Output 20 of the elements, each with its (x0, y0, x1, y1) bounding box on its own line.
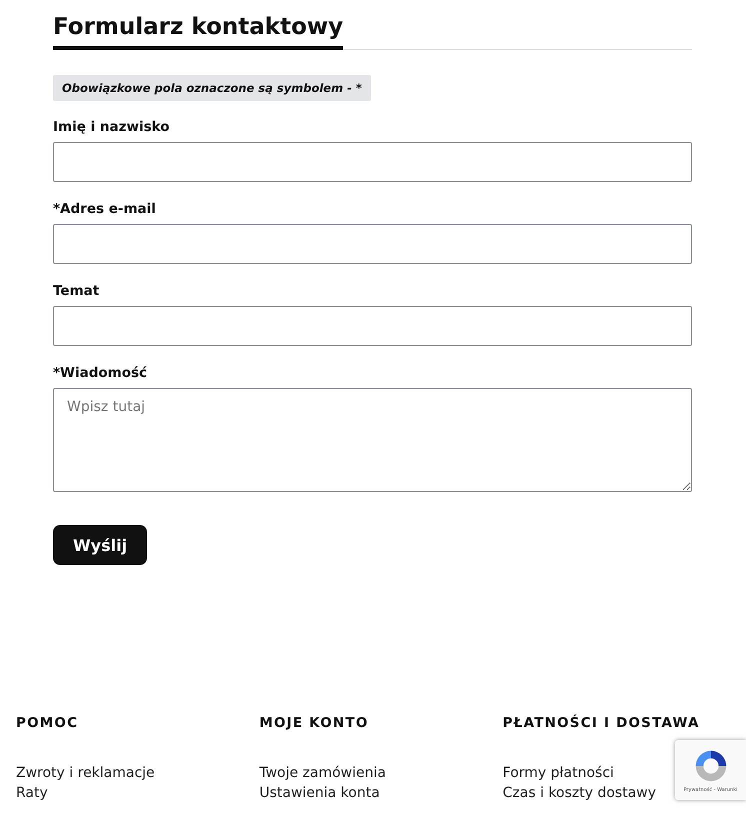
form-title: Formularz kontaktowy (53, 14, 344, 50)
footer-link[interactable]: Ustawienia konta (259, 783, 380, 803)
footer-heading: POMOC (16, 715, 78, 731)
footer-link[interactable]: Formy płatności (502, 763, 614, 783)
field-label: *Adres e-mail (53, 201, 157, 217)
field-label: Imię i nazwisko (53, 119, 171, 135)
footer-link[interactable]: Zwroty i reklamacje (16, 763, 155, 783)
input-field[interactable] (53, 142, 692, 182)
footer-heading: MOJE KONTO (259, 715, 368, 731)
field-label: *Wiadomość (53, 365, 148, 381)
footer-heading: PŁATNOŚCI I DOSTAWA (502, 715, 700, 731)
submit-button[interactable]: Wyślij (53, 525, 148, 565)
footer-link[interactable]: Czas i koszty dostawy (502, 783, 656, 803)
input-field[interactable] (53, 224, 692, 264)
footer-link[interactable]: Raty (16, 783, 48, 803)
footer-link[interactable]: Twoje zamówienia (259, 763, 386, 783)
input-field[interactable] (53, 306, 692, 346)
message-field[interactable]: Wpisz tutaj (53, 388, 692, 492)
field-label: Temat (53, 283, 100, 299)
required-note: Obowiązkowe pola oznaczone są symbolem - * (53, 75, 371, 101)
